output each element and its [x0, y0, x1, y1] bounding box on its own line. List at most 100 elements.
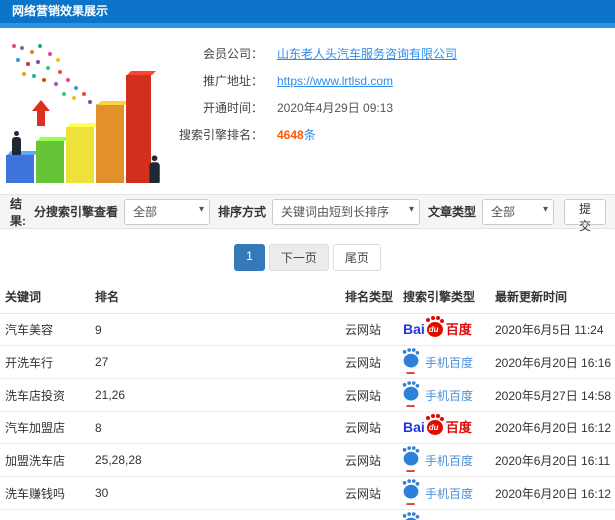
chart-bar-green	[36, 141, 64, 183]
table-row: 汽车加盟店 8 云网站 Bai du 百度 2020年6月20日 16:12	[0, 411, 615, 444]
mobile-baidu-text: 手机百度	[425, 355, 474, 370]
table-row: 洗车赚钱吗 30 云网站 手机百度 2020年6月20日 16:12	[0, 476, 615, 510]
engine-select-wrap: 全部	[124, 198, 210, 225]
table-row: 加盟洗车店 25,28,28 云网站 手机百度 2020年6月20日 16:11	[0, 443, 615, 477]
result-label: 结果:	[10, 196, 26, 228]
update-time-cell: 2020年6月20日 16:12	[490, 476, 615, 510]
keyword-cell: 洗车赚钱吗	[0, 476, 90, 510]
mobile-baidu-paw-icon	[402, 350, 419, 374]
baidu-cn-text: 百度	[445, 419, 472, 435]
table-row: 汽车美容 9 云网站 Bai du 百度 2020年6月5日 11:24	[0, 313, 615, 346]
engine-type-cell: 手机百度	[398, 476, 490, 510]
info-row-rank-count: 搜索引擎排名： 4648条	[163, 121, 615, 148]
results-table-body: 汽车美容 9 云网站 Bai du 百度 2020年6月5日 11:24 开洗车行 27 云网站手…	[0, 313, 615, 520]
pagination: 1 下一页 尾页	[0, 244, 615, 271]
next-page-button[interactable]: 下一页	[268, 244, 329, 271]
engine-filter-label: 分搜索引擎查看	[33, 205, 118, 219]
engine-type-cell: 手机百度	[398, 509, 490, 520]
rank-cell: 8	[90, 411, 340, 444]
info-row-company: 会员公司： 山东老人头汽车服务咨询有限公司	[163, 40, 615, 67]
baidu-paw-icon: du	[425, 415, 443, 435]
company-info-list: 会员公司： 山东老人头汽车服务咨询有限公司 推广地址： https://www.…	[163, 28, 615, 148]
header-rank-type: 排名类型	[340, 280, 398, 314]
update-time-cell: 2020年5月27日 14:58	[490, 378, 615, 412]
sort-order-select[interactable]: 关键词由短到长排序	[272, 198, 421, 225]
rank-type-cell: 云网站	[340, 411, 398, 444]
promo-url-label: 推广地址：	[202, 74, 263, 88]
header-engine-type: 搜索引擎类型	[398, 280, 490, 314]
rank-count-unit: 条	[303, 128, 316, 142]
header-update-time: 最新更新时间	[490, 280, 615, 314]
keyword-cell: 开洗车行	[0, 345, 90, 379]
rank-type-cell: 云网站	[340, 378, 398, 412]
mobile-baidu-text: 手机百度	[425, 486, 474, 501]
baidu-logo: Bai du 百度	[403, 415, 472, 435]
confetti-dots-decor	[12, 44, 16, 48]
article-type-select[interactable]: 全部	[482, 198, 555, 225]
page-title: 网络营销效果展示	[12, 4, 109, 18]
engine-type-cell: Bai du 百度	[398, 313, 490, 346]
info-row-url: 推广地址： https://www.lrtlsd.com	[163, 67, 615, 94]
open-time-label: 开通时间：	[202, 101, 263, 115]
keyword-cell: 汽车加盟店	[0, 411, 90, 444]
promo-url-link[interactable]: https://www.lrtlsd.com	[277, 74, 393, 88]
table-header-row: 关键词 排名 排名类型 搜索引擎类型 最新更新时间	[0, 280, 615, 314]
engine-type-cell: Bai du 百度	[398, 411, 490, 444]
engine-type-cell: 手机百度	[398, 443, 490, 477]
baidu-bai-text: Bai	[403, 321, 425, 338]
top-header-bar: 网络营销效果展示	[0, 0, 615, 23]
engine-filter-select[interactable]: 全部	[124, 198, 210, 225]
engine-type-cell: 手机百度	[398, 345, 490, 379]
sort-select-wrap: 关键词由短到长排序	[272, 198, 421, 225]
keyword-cell: 加盟洗车店	[0, 443, 90, 477]
mobile-baidu-logo: 手机百度	[402, 481, 474, 505]
rank-count-number: 4648	[277, 128, 304, 142]
table-row: 开洗车行 27 云网站 手机百度 2020年6月20日 16:16	[0, 345, 615, 379]
rank-type-cell: 云网站	[340, 313, 398, 346]
rank-type-cell: 云网站	[340, 476, 398, 510]
rank-type-cell: 云网站	[340, 443, 398, 477]
rank-cell: 30	[90, 509, 340, 520]
chart-bar-orange	[96, 105, 124, 183]
mobile-baidu-logo: 手机百度	[402, 383, 474, 407]
mobile-baidu-text: 手机百度	[425, 453, 474, 468]
keyword-cell: 汽车美容	[0, 313, 90, 346]
results-table: 关键词 排名 排名类型 搜索引擎类型 最新更新时间 汽车美容 9 云网站 Bai du 百…	[0, 280, 615, 520]
company-name-link[interactable]: 山东老人头汽车服务咨询有限公司	[277, 45, 457, 62]
businessman-figure-right	[147, 155, 161, 183]
mobile-baidu-paw-icon	[402, 481, 419, 505]
baidu-cn-text: 百度	[445, 321, 472, 337]
page-1-button[interactable]: 1	[234, 244, 265, 271]
update-time-cell: 2020年6月5日 11:24	[490, 313, 615, 346]
growth-arrow-icon	[30, 100, 52, 126]
header-rank: 排名	[90, 280, 340, 314]
update-time-cell: 2020年6月20日 16:12	[490, 411, 615, 444]
mobile-baidu-paw-icon	[402, 383, 419, 407]
update-time-cell: 2020年6月18日 14:27	[490, 509, 615, 520]
company-info-section: 会员公司： 山东老人头汽车服务咨询有限公司 推广地址： https://www.…	[0, 28, 615, 194]
engine-type-cell: 手机百度	[398, 378, 490, 412]
keyword-cell: 洗车店投资	[0, 378, 90, 412]
update-time-cell: 2020年6月20日 16:11	[490, 443, 615, 477]
company-label: 会员公司：	[202, 47, 263, 61]
rank-cell: 30	[90, 476, 340, 510]
mobile-baidu-text: 手机百度	[425, 388, 474, 403]
submit-button[interactable]: 提交	[564, 198, 607, 233]
businessman-figure-left	[10, 131, 22, 155]
table-row: 洗车店投资 21,26 云网站 手机百度 2020年5月27日 14:58	[0, 378, 615, 412]
last-page-button[interactable]: 尾页	[332, 244, 381, 271]
rank-cell: 25,28,28	[90, 443, 340, 477]
chart-bar-blue	[6, 155, 34, 183]
table-row: 洗车店利润30云网站手机百度2020年6月18日 14:27	[0, 509, 615, 520]
update-time-cell: 2020年6月20日 16:16	[490, 345, 615, 379]
type-select-wrap: 全部	[482, 198, 555, 225]
baidu-logo: Bai du 百度	[403, 317, 472, 338]
bar-chart-illustration	[4, 36, 160, 188]
engine-rank-value: 4648条	[277, 126, 316, 143]
keyword-cell: 洗车店利润	[0, 509, 90, 520]
sort-filter-label: 排序方式	[218, 205, 267, 219]
chart-bar-yellow	[66, 127, 94, 183]
rank-cell: 27	[90, 345, 340, 379]
rank-type-cell: 云网站	[340, 345, 398, 379]
article-type-label: 文章类型	[428, 205, 477, 219]
